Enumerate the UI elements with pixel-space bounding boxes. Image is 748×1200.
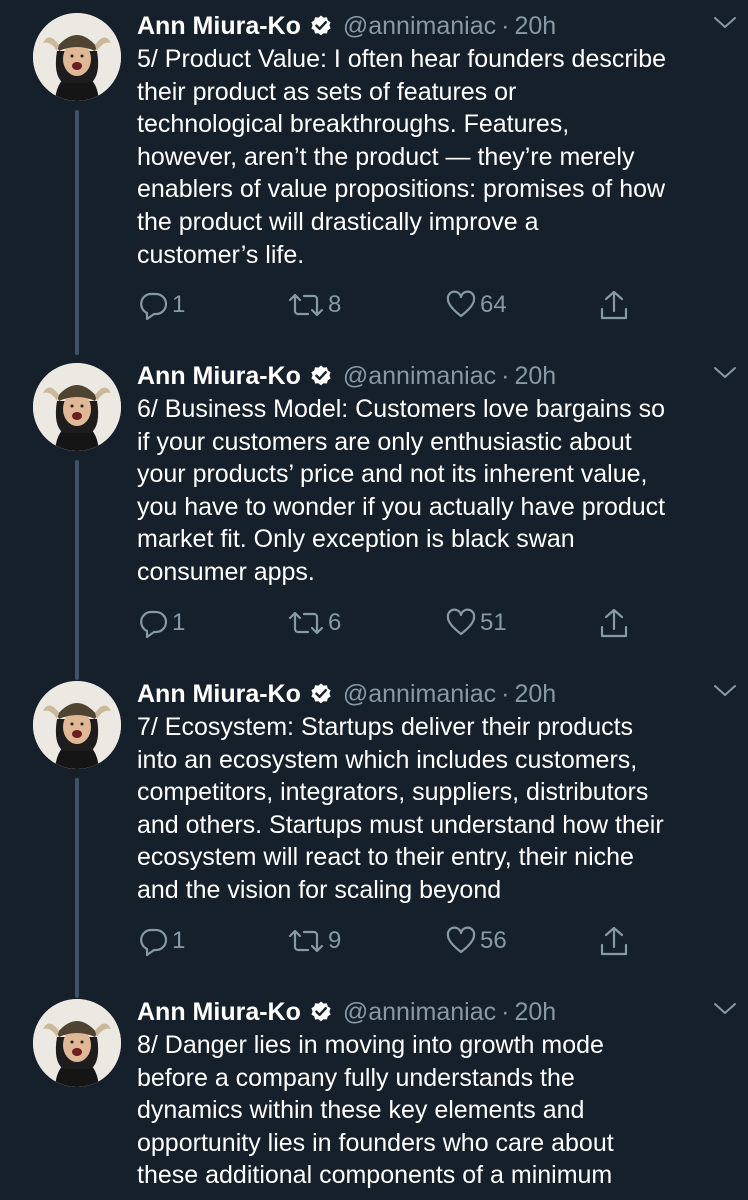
- handle[interactable]: @annimaniac: [343, 12, 496, 41]
- like-count: 64: [480, 291, 507, 318]
- verified-badge-icon: [309, 14, 333, 38]
- like-button[interactable]: 51: [445, 607, 507, 639]
- avatar[interactable]: [33, 13, 121, 101]
- action-bar: 1 8 64: [137, 289, 637, 329]
- reply-icon: [140, 928, 168, 957]
- separator-dot: ·: [501, 679, 510, 708]
- share-icon: [600, 926, 628, 956]
- action-bar: 1 6 51: [137, 607, 637, 647]
- heart-icon: [446, 608, 476, 636]
- reply-icon: [140, 610, 168, 639]
- timestamp[interactable]: 20h: [514, 680, 556, 709]
- avatar[interactable]: [33, 999, 121, 1087]
- reply-count: 1: [172, 291, 186, 318]
- tweet-text: 6/ Business Model: Customers love bargai…: [137, 395, 666, 586]
- handle[interactable]: @annimaniac: [343, 680, 496, 709]
- handle[interactable]: @annimaniac: [343, 998, 496, 1027]
- retweet-icon: [288, 611, 324, 635]
- tweet-header: Ann Miura-Ko @annimaniac · 20h: [137, 995, 727, 1029]
- retweet-icon: [288, 929, 324, 953]
- reply-count: 1: [172, 927, 186, 954]
- share-icon: [600, 290, 628, 320]
- reply-count: 1: [172, 609, 186, 636]
- separator-dot: ·: [501, 11, 510, 40]
- thread-connector-line: [75, 110, 79, 355]
- reply-icon: [140, 292, 168, 321]
- reply-button[interactable]: 1: [137, 607, 185, 639]
- share-button[interactable]: [598, 607, 630, 641]
- avatar[interactable]: [33, 681, 121, 769]
- retweet-button[interactable]: 8: [287, 289, 341, 321]
- verified-badge-icon: [309, 682, 333, 706]
- reply-button[interactable]: 1: [137, 289, 185, 321]
- share-button[interactable]: [598, 925, 630, 959]
- like-count: 56: [480, 927, 507, 954]
- display-name[interactable]: Ann Miura-Ko: [137, 680, 301, 709]
- separator-dot: ·: [501, 997, 510, 1026]
- tweet-header: Ann Miura-Ko @annimaniac · 20h: [137, 677, 727, 711]
- tweet-text: 5/ Product Value: I often hear founders …: [137, 45, 667, 269]
- heart-icon: [446, 926, 476, 954]
- thread-connector-line: [75, 460, 79, 680]
- chevron-down-icon[interactable]: [710, 360, 740, 389]
- share-icon: [600, 608, 628, 638]
- separator-dot: ·: [501, 361, 510, 390]
- like-button[interactable]: 56: [445, 925, 507, 957]
- like-button[interactable]: 64: [445, 289, 507, 321]
- retweet-count: 6: [328, 609, 342, 636]
- tweet-header: Ann Miura-Ko @annimaniac · 20h: [137, 359, 727, 393]
- like-count: 51: [480, 609, 507, 636]
- verified-badge-icon: [309, 1000, 333, 1024]
- tweet-thread: Ann Miura-Ko @annimaniac · 20h 5/ Produc…: [0, 0, 748, 1200]
- display-name[interactable]: Ann Miura-Ko: [137, 998, 301, 1027]
- thread-connector-line: [75, 778, 79, 998]
- timestamp[interactable]: 20h: [514, 362, 556, 391]
- tweet-7[interactable]: Ann Miura-Ko @annimaniac · 20h 7/ Ecosys…: [0, 673, 748, 998]
- avatar[interactable]: [33, 363, 121, 451]
- tweet-8[interactable]: Ann Miura-Ko @annimaniac · 20h 8/ Danger…: [0, 991, 748, 1200]
- retweet-button[interactable]: 6: [287, 607, 341, 639]
- display-name[interactable]: Ann Miura-Ko: [137, 362, 301, 391]
- chevron-down-icon[interactable]: [710, 996, 740, 1025]
- retweet-icon: [288, 293, 324, 317]
- display-name[interactable]: Ann Miura-Ko: [137, 12, 301, 41]
- tweet-5[interactable]: Ann Miura-Ko @annimaniac · 20h 5/ Produc…: [0, 0, 748, 360]
- timestamp[interactable]: 20h: [514, 12, 556, 41]
- action-bar: 1 9 56: [137, 925, 637, 965]
- verified-badge-icon: [309, 364, 333, 388]
- tweet-6[interactable]: Ann Miura-Ko @annimaniac · 20h 6/ Busine…: [0, 355, 748, 680]
- share-button[interactable]: [598, 289, 630, 323]
- retweet-button[interactable]: 9: [287, 925, 341, 957]
- heart-icon: [446, 290, 476, 318]
- timestamp[interactable]: 20h: [514, 998, 556, 1027]
- chevron-down-icon[interactable]: [710, 10, 740, 39]
- tweet-text: 7/ Ecosystem: Startups deliver their pro…: [137, 713, 664, 904]
- retweet-count: 8: [328, 291, 342, 318]
- reply-button[interactable]: 1: [137, 925, 185, 957]
- tweet-header: Ann Miura-Ko @annimaniac · 20h: [137, 9, 727, 43]
- tweet-text: 8/ Danger lies in moving into growth mod…: [137, 1031, 614, 1190]
- retweet-count: 9: [328, 927, 342, 954]
- handle[interactable]: @annimaniac: [343, 362, 496, 391]
- chevron-down-icon[interactable]: [710, 678, 740, 707]
